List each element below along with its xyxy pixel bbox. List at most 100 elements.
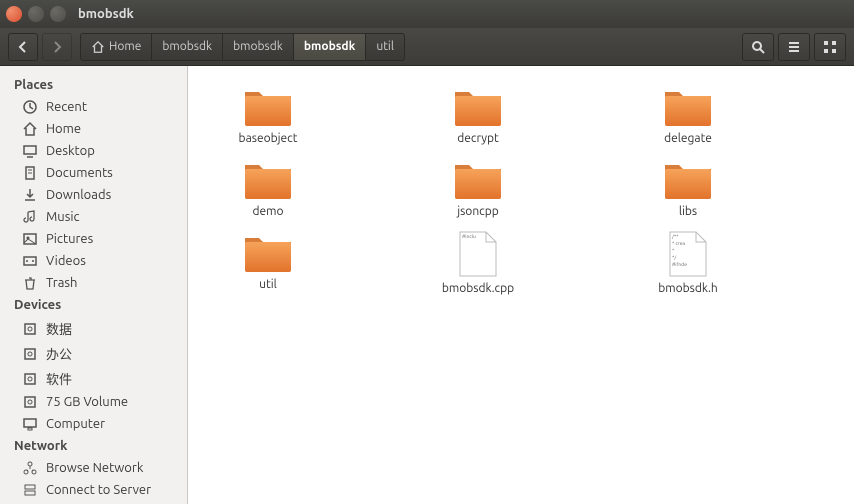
disk-icon <box>22 346 38 362</box>
sidebar-item-label: Home <box>46 122 81 136</box>
folder-icon <box>453 157 503 201</box>
file-grid[interactable]: baseobject decrypt delegate demo jsoncpp libs… <box>188 66 854 504</box>
sidebar-item[interactable]: Connect to Server <box>0 479 187 501</box>
file-label: util <box>259 278 277 291</box>
svg-text:*/: */ <box>672 254 676 260</box>
sidebar-item-label: 软件 <box>46 369 72 388</box>
desktop-icon <box>22 143 38 159</box>
svg-text:/**: /** <box>671 233 679 239</box>
breadcrumb: Home bmobsdk bmobsdk bmobsdk util <box>80 33 405 61</box>
sidebar-item-label: Connect to Server <box>46 483 151 497</box>
sidebar-item[interactable]: 软件 <box>0 366 187 391</box>
sidebar-item-label: 75 GB Volume <box>46 395 128 409</box>
sidebar-item-label: 数据 <box>46 319 72 338</box>
clock-icon <box>22 99 38 115</box>
breadcrumb-segment[interactable]: bmobsdk <box>223 34 294 60</box>
music-icon <box>22 209 38 225</box>
disk-icon <box>22 394 38 410</box>
sidebar-item[interactable]: Videos <box>0 250 187 272</box>
folder-item[interactable]: baseobject <box>218 84 318 145</box>
file-label: delegate <box>664 132 712 145</box>
file-item[interactable]: /** * crea * */#ifnde bmobsdk.h <box>638 230 738 295</box>
titlebar: bmobsdk <box>0 0 854 28</box>
breadcrumb-segment[interactable]: util <box>366 34 404 60</box>
breadcrumb-segment[interactable]: bmobsdk <box>152 34 223 60</box>
disk-icon <box>22 371 38 387</box>
doc-icon <box>22 165 38 181</box>
sidebar-item[interactable]: Recent <box>0 96 187 118</box>
folder-icon <box>243 84 293 128</box>
sidebar-item[interactable]: Computer <box>0 413 187 435</box>
sidebar-item[interactable]: Documents <box>0 162 187 184</box>
back-button[interactable] <box>8 33 38 61</box>
download-icon <box>22 187 38 203</box>
folder-item[interactable]: jsoncpp <box>428 157 528 218</box>
file-label: jsoncpp <box>457 205 499 218</box>
sidebar-item[interactable]: 办公 <box>0 341 187 366</box>
sidebar-item-label: Browse Network <box>46 461 143 475</box>
folder-icon <box>453 84 503 128</box>
sidebar-item-label: Desktop <box>46 144 95 158</box>
file-label: decrypt <box>457 132 499 145</box>
network-icon <box>22 460 38 476</box>
breadcrumb-segment[interactable]: Home <box>81 34 152 60</box>
sidebar: Places Recent Home Desktop Documents Download… <box>0 66 188 504</box>
sidebar-item[interactable]: Pictures <box>0 228 187 250</box>
toolbar: Home bmobsdk bmobsdk bmobsdk util <box>0 28 854 66</box>
file-label: baseobject <box>239 132 298 145</box>
maximize-button[interactable] <box>50 6 66 22</box>
folder-icon <box>663 157 713 201</box>
sidebar-item-label: Downloads <box>46 188 111 202</box>
sidebar-item[interactable]: Downloads <box>0 184 187 206</box>
folder-item[interactable]: delegate <box>638 84 738 145</box>
breadcrumb-label: bmobsdk <box>233 40 283 53</box>
file-icon: #inclu <box>458 230 498 278</box>
folder-item[interactable]: demo <box>218 157 318 218</box>
breadcrumb-label: Home <box>109 40 141 53</box>
sidebar-item[interactable]: Music <box>0 206 187 228</box>
breadcrumb-segment[interactable]: bmobsdk <box>294 34 367 60</box>
trash-icon <box>22 275 38 291</box>
file-item[interactable]: #inclu bmobsdk.cpp <box>428 230 528 295</box>
sidebar-item-label: Recent <box>46 100 87 114</box>
file-label: bmobsdk.cpp <box>442 282 514 295</box>
folder-icon <box>243 157 293 201</box>
breadcrumb-label: bmobsdk <box>304 40 356 53</box>
sidebar-item-label: Trash <box>46 276 77 290</box>
file-icon: /** * crea * */#ifnde <box>668 230 708 278</box>
disk-icon <box>22 321 38 337</box>
minimize-button[interactable] <box>28 6 44 22</box>
sidebar-item[interactable]: 75 GB Volume <box>0 391 187 413</box>
sidebar-item[interactable]: 数据 <box>0 316 187 341</box>
sidebar-item[interactable]: Trash <box>0 272 187 294</box>
breadcrumb-label: bmobsdk <box>162 40 212 53</box>
forward-button[interactable] <box>42 33 72 61</box>
folder-item[interactable]: util <box>218 230 318 295</box>
folder-item[interactable]: libs <box>638 157 738 218</box>
breadcrumb-label: util <box>376 40 394 53</box>
grid-view-button[interactable] <box>814 33 846 61</box>
sidebar-item-label: Documents <box>46 166 113 180</box>
list-view-button[interactable] <box>778 33 810 61</box>
sidebar-item[interactable]: Home <box>0 118 187 140</box>
search-button[interactable] <box>742 33 774 61</box>
svg-text:* crea: * crea <box>672 240 685 246</box>
sidebar-item-label: Computer <box>46 417 105 431</box>
body-area: Places Recent Home Desktop Documents Download… <box>0 66 854 504</box>
server-icon <box>22 482 38 498</box>
sidebar-item-label: 办公 <box>46 344 72 363</box>
svg-text:#ifnde: #ifnde <box>672 261 687 267</box>
sidebar-item[interactable]: Desktop <box>0 140 187 162</box>
sidebar-item-label: Music <box>46 210 80 224</box>
pictures-icon <box>22 231 38 247</box>
close-button[interactable] <box>6 6 22 22</box>
file-label: bmobsdk.h <box>658 282 718 295</box>
sidebar-item[interactable]: Browse Network <box>0 457 187 479</box>
folder-icon <box>243 230 293 274</box>
folder-icon <box>663 84 713 128</box>
folder-item[interactable]: decrypt <box>428 84 528 145</box>
sidebar-section-header: Places <box>0 74 187 96</box>
file-label: libs <box>679 205 697 218</box>
video-icon <box>22 253 38 269</box>
home-icon <box>22 121 38 137</box>
